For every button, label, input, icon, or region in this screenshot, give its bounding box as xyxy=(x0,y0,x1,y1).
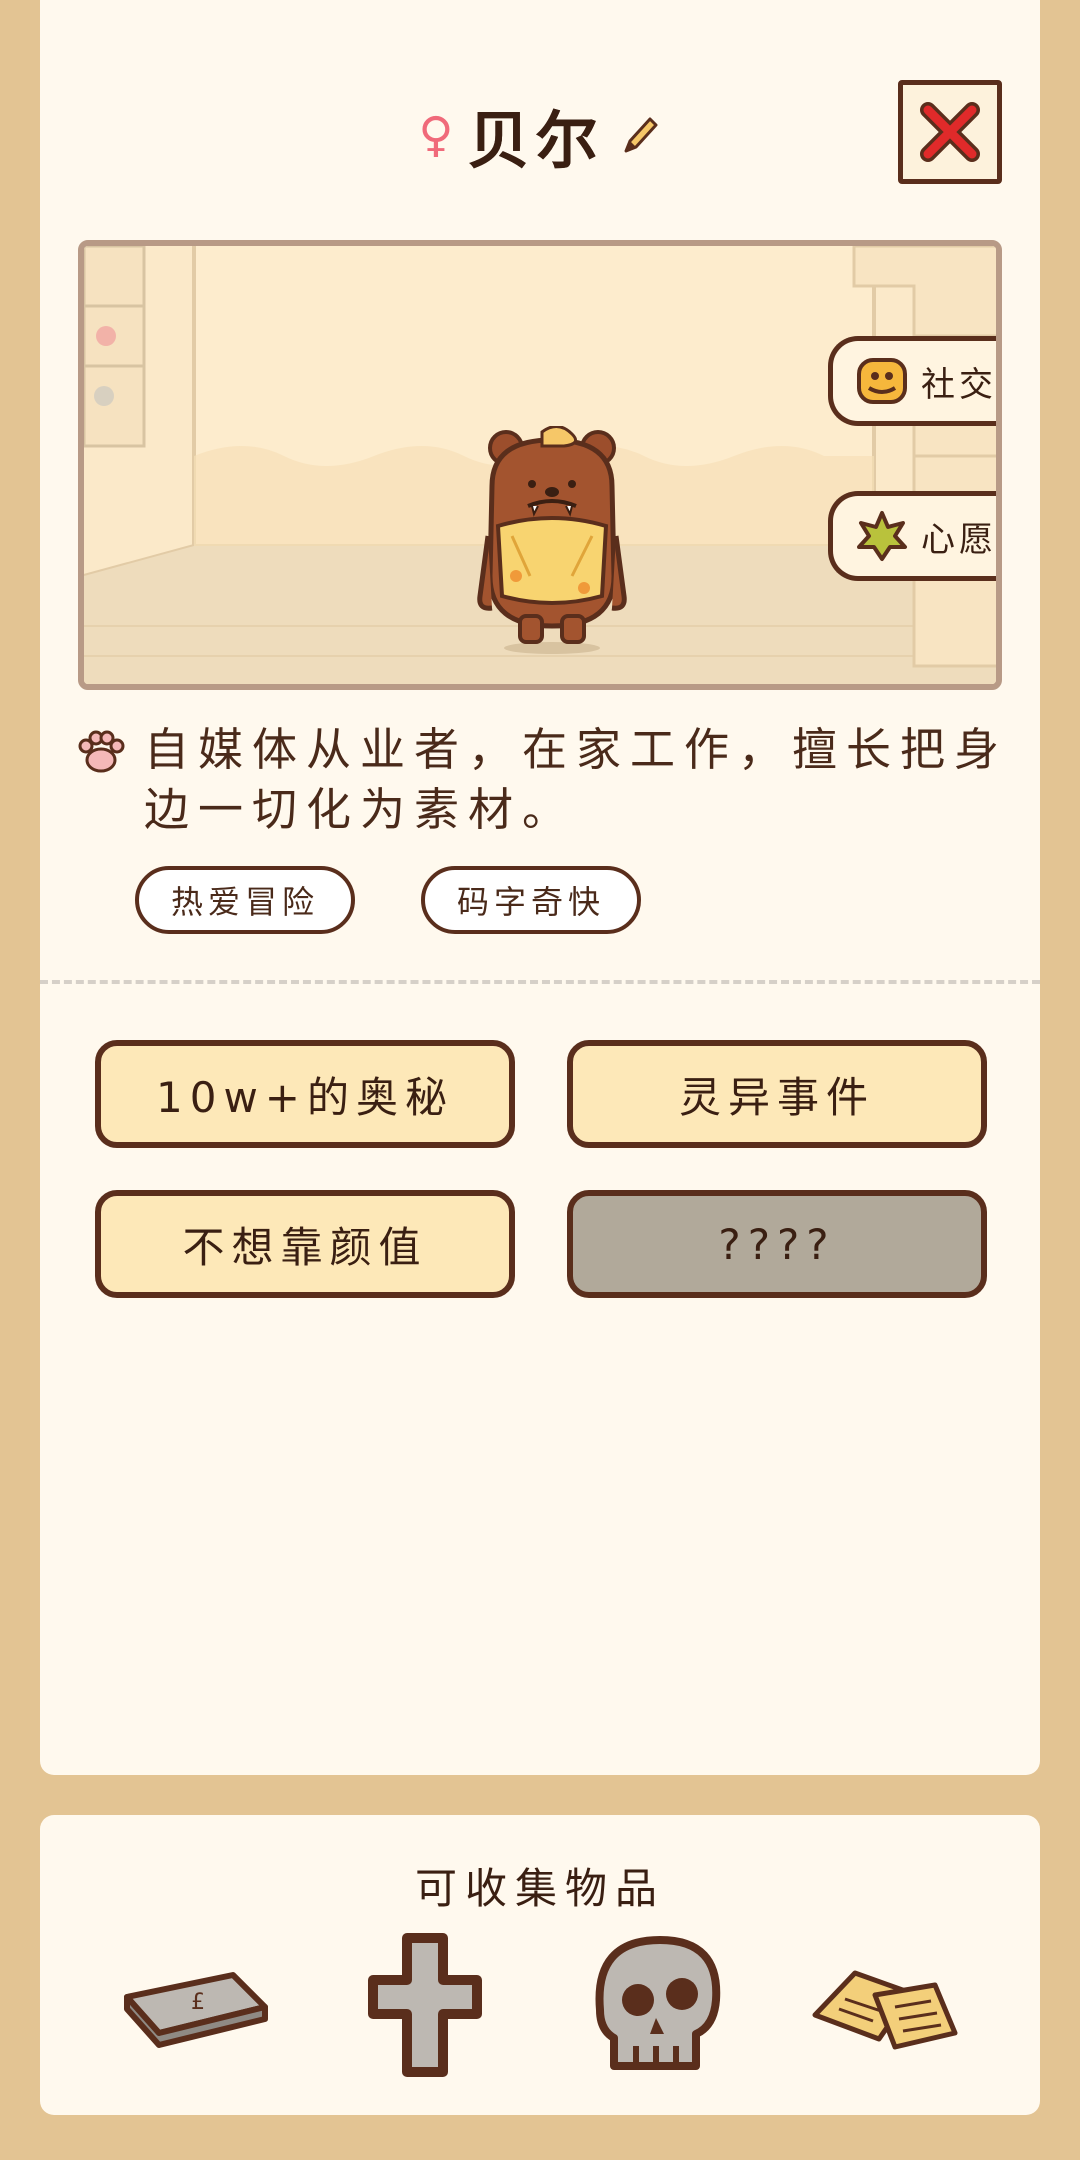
story-button[interactable]: 灵异事件 xyxy=(567,1040,987,1148)
wish-label: 心愿 xyxy=(921,519,997,560)
social-button[interactable]: 社交 xyxy=(828,336,997,426)
wish-button[interactable]: 心愿 xyxy=(828,491,997,581)
wish-icon xyxy=(857,511,907,561)
laptop-icon: £ xyxy=(124,1972,268,2048)
character-header: ♀ 贝尔 xyxy=(40,90,1040,180)
bear-character xyxy=(477,426,627,654)
collectible-item[interactable] xyxy=(340,1920,510,2090)
skull-icon xyxy=(595,1936,721,2070)
dashed-divider xyxy=(40,980,1040,984)
cross-icon xyxy=(368,1933,482,2077)
trait-tag: 热爱冒险 xyxy=(135,866,356,934)
close-icon xyxy=(920,102,980,162)
character-room-scene: 社交 心愿 xyxy=(78,240,1002,690)
character-card: ♀ 贝尔 社交 心愿 自媒体从业者，在家工作，擅长把身边一切化为素材。 热爱冒险… xyxy=(40,0,1040,1775)
story-button[interactable]: 10w+的奥秘 xyxy=(95,1040,515,1148)
collectible-item[interactable] xyxy=(570,1920,740,2090)
social-icon xyxy=(857,358,907,404)
papers-icon xyxy=(812,1970,958,2050)
character-description: 自媒体从业者，在家工作，擅长把身边一切化为素材。 xyxy=(144,723,1009,836)
story-button[interactable]: 不想靠颜值 xyxy=(95,1190,515,1298)
collectible-item[interactable]: £ xyxy=(110,1920,280,2090)
description-row: 自媒体从业者，在家工作，擅长把身边一切化为素材。 xyxy=(76,720,1016,840)
svg-text:£: £ xyxy=(191,1990,205,2015)
trait-tags: 热爱冒险 码字奇快 xyxy=(135,866,642,934)
character-name: 贝尔 xyxy=(467,104,604,177)
story-buttons: 10w+的奥秘 灵异事件 不想靠颜值 ???? xyxy=(95,1040,987,1298)
locked-story-button[interactable]: ???? xyxy=(567,1190,987,1298)
female-icon: ♀ xyxy=(418,107,454,163)
collectible-item[interactable] xyxy=(800,1920,970,2090)
collectibles-panel: 可收集物品 £ xyxy=(40,1815,1040,2115)
edit-pencil-icon[interactable] xyxy=(618,113,662,157)
trait-tag: 码字奇快 xyxy=(421,866,642,934)
collectibles-title: 可收集物品 xyxy=(414,1864,665,1913)
close-button[interactable] xyxy=(898,80,1002,184)
paw-icon xyxy=(78,730,125,773)
social-label: 社交 xyxy=(921,364,997,405)
collectible-items: £ xyxy=(110,1915,970,2095)
